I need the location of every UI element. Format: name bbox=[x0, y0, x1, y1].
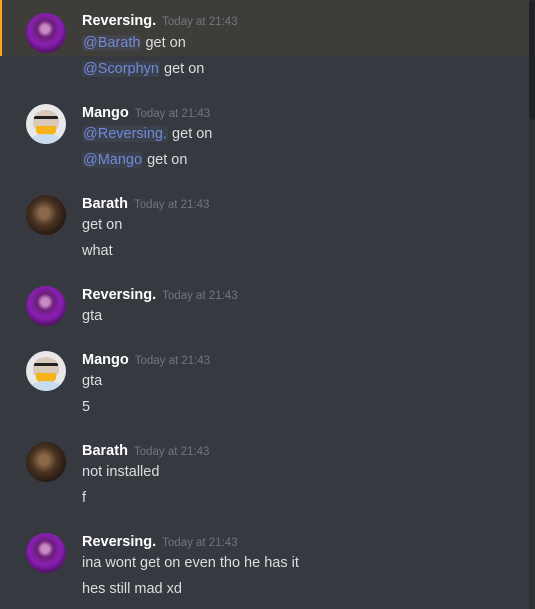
message-header: Barath Today at 21:43 bbox=[82, 195, 209, 213]
avatar-glasses bbox=[34, 363, 58, 372]
message-text: f bbox=[82, 490, 87, 506]
scrollbar-track[interactable] bbox=[529, 0, 535, 609]
username[interactable]: Reversing. bbox=[82, 534, 156, 550]
user-mention[interactable]: @Barath bbox=[82, 35, 142, 51]
message-text: hes still mad xd bbox=[82, 581, 182, 597]
message-text: get on bbox=[141, 35, 186, 51]
message-line: get on bbox=[82, 217, 122, 233]
message-line: @Mango get on bbox=[82, 152, 187, 168]
message-text: get on bbox=[143, 152, 188, 168]
timestamp: Today at 21:43 bbox=[162, 290, 238, 302]
message-header: Reversing. Today at 21:43 bbox=[82, 533, 238, 551]
message-line: ina wont get on even tho he has it bbox=[82, 555, 299, 571]
message-text: get on bbox=[168, 126, 213, 142]
message-line: f bbox=[82, 490, 86, 506]
message-header: Barath Today at 21:43 bbox=[82, 442, 209, 460]
username[interactable]: Reversing. bbox=[82, 287, 156, 303]
avatar-glasses bbox=[34, 116, 58, 125]
message-text: not installed bbox=[82, 464, 160, 480]
message-text: get on bbox=[82, 217, 123, 233]
timestamp: Today at 21:43 bbox=[134, 355, 211, 367]
username[interactable]: Mango bbox=[82, 105, 129, 121]
avatar-body bbox=[30, 134, 62, 144]
username[interactable]: Reversing. bbox=[82, 13, 156, 29]
avatar-barath[interactable] bbox=[26, 195, 66, 235]
message-line: hes still mad xd bbox=[82, 581, 182, 597]
avatar-reversing[interactable] bbox=[26, 286, 66, 326]
chat-messages: Reversing. Today at 21:43 @Barath get on … bbox=[0, 0, 535, 609]
message-group: Reversing. Today at 21:43 @Barath get on bbox=[0, 0, 529, 56]
timestamp: Today at 21:43 bbox=[162, 16, 238, 28]
message-line: not installed bbox=[82, 464, 159, 480]
timestamp: Today at 21:43 bbox=[133, 446, 210, 458]
timestamp: Today at 21:43 bbox=[134, 108, 211, 120]
user-mention[interactable]: @Reversing. bbox=[82, 126, 169, 142]
timestamp: Today at 21:43 bbox=[133, 199, 210, 211]
message-header: Mango Today at 21:43 bbox=[82, 351, 210, 369]
user-mention[interactable]: @Scorphyn bbox=[82, 61, 160, 77]
message-header: Reversing. Today at 21:43 bbox=[82, 12, 238, 30]
avatar-reversing[interactable] bbox=[26, 13, 66, 53]
username[interactable]: Barath bbox=[82, 196, 128, 212]
avatar-barath[interactable] bbox=[26, 442, 66, 482]
avatar-reversing[interactable] bbox=[26, 533, 66, 573]
message-text: ina wont get on even tho he has it bbox=[82, 555, 299, 571]
scrollbar-thumb[interactable] bbox=[529, 0, 535, 120]
message-text: gta bbox=[82, 373, 103, 389]
message-line: @Reversing. get on bbox=[82, 126, 212, 142]
message-header: Mango Today at 21:43 bbox=[82, 104, 210, 122]
message-text: what bbox=[82, 243, 113, 259]
avatar-mango[interactable] bbox=[26, 104, 66, 144]
message-header: Reversing. Today at 21:43 bbox=[82, 286, 238, 304]
username[interactable]: Barath bbox=[82, 443, 128, 459]
message-line: @Barath get on bbox=[82, 35, 186, 51]
avatar-body bbox=[30, 381, 62, 391]
username[interactable]: Mango bbox=[82, 352, 129, 368]
message-text: get on bbox=[159, 61, 205, 77]
message-line: what bbox=[82, 243, 113, 259]
message-line: @Scorphyn get on bbox=[82, 61, 204, 77]
message-line: gta bbox=[82, 373, 102, 389]
timestamp: Today at 21:43 bbox=[162, 537, 238, 549]
message-line: gta bbox=[82, 308, 102, 324]
message-text: gta bbox=[82, 308, 103, 324]
user-mention[interactable]: @Mango bbox=[82, 152, 144, 168]
avatar-mango[interactable] bbox=[26, 351, 66, 391]
message-line: 5 bbox=[82, 399, 90, 415]
message-text: 5 bbox=[82, 399, 91, 415]
